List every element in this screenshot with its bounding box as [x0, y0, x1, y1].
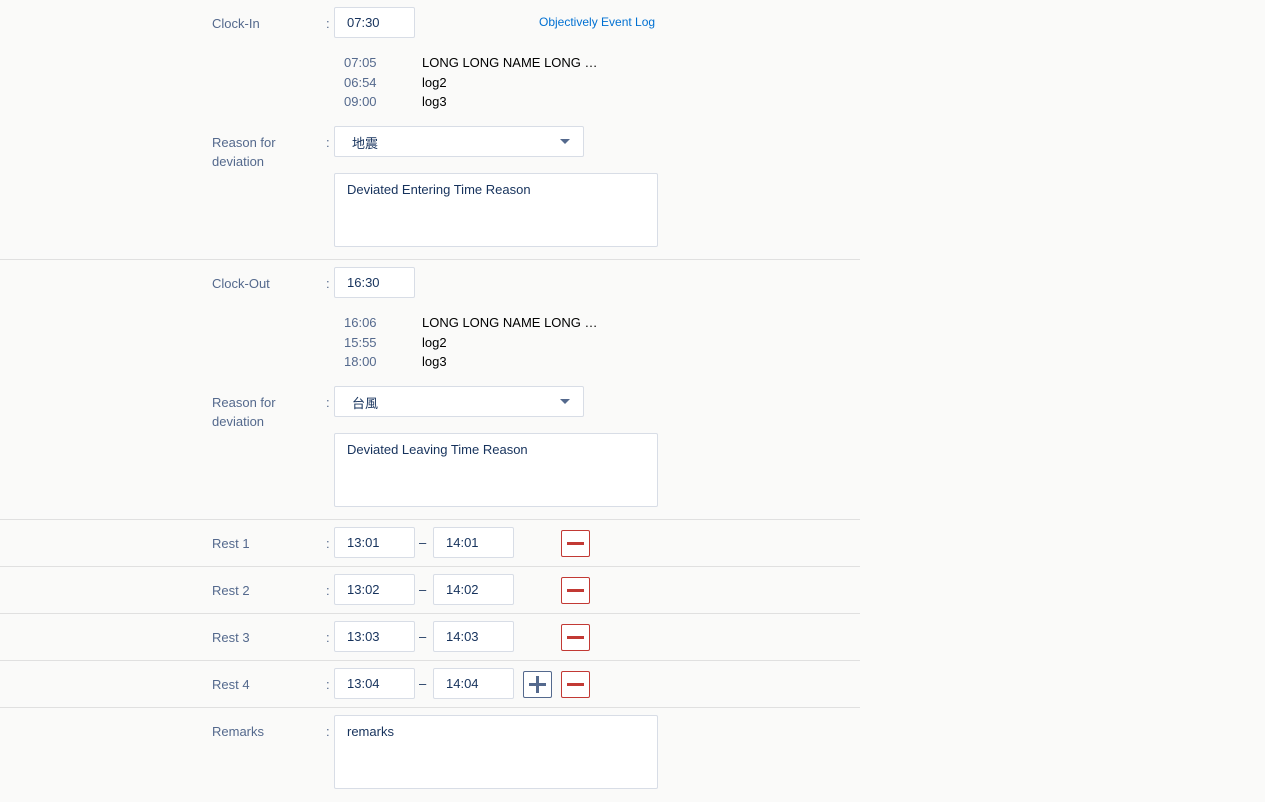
- colon: :: [326, 630, 330, 645]
- reason-label: deviation: [212, 154, 265, 169]
- rest-label: Rest 3: [212, 630, 250, 645]
- rest-start-input[interactable]: [334, 527, 415, 558]
- chevron-down-icon: [560, 139, 570, 144]
- log-name: log2: [422, 75, 447, 90]
- rest-end-input[interactable]: [433, 668, 514, 699]
- colon: :: [326, 724, 330, 739]
- colon: :: [326, 276, 330, 291]
- rest-row: Rest 1 : –: [0, 520, 860, 567]
- clock-out-reason-select[interactable]: 台風: [334, 386, 584, 417]
- log-time: 15:55: [344, 335, 377, 350]
- range-separator: –: [419, 676, 427, 691]
- remove-rest-button[interactable]: [561, 577, 590, 604]
- rest-end-input[interactable]: [433, 621, 514, 652]
- colon: :: [326, 583, 330, 598]
- rest-start-input[interactable]: [334, 574, 415, 605]
- remarks-section: Remarks : remarks: [0, 708, 860, 802]
- range-separator: –: [419, 582, 427, 597]
- clock-out-label: Clock-Out: [212, 276, 270, 291]
- select-value: 地震: [352, 136, 379, 151]
- remarks-label: Remarks: [212, 724, 265, 739]
- reason-label: deviation: [212, 414, 265, 429]
- remarks-textarea[interactable]: remarks: [334, 715, 658, 789]
- colon: :: [326, 16, 330, 31]
- log-time: 16:06: [344, 315, 377, 330]
- clock-out-time-input[interactable]: [334, 267, 415, 298]
- rest-row: Rest 4 : –: [0, 661, 860, 708]
- objectively-event-log-link[interactable]: Objectively Event Log: [539, 14, 655, 31]
- clock-in-section: Clock-In : Objectively Event Log 07:05 L…: [0, 0, 860, 260]
- log-name: LONG LONG NAME LONG LONG NAME: [422, 315, 600, 330]
- add-rest-button[interactable]: [523, 671, 552, 698]
- range-separator: –: [419, 535, 427, 550]
- rest-start-input[interactable]: [334, 668, 415, 699]
- clock-out-reason-textarea[interactable]: Deviated Leaving Time Reason: [334, 433, 658, 507]
- clock-in-time-input[interactable]: [334, 7, 415, 38]
- rest-row: Rest 2 : –: [0, 567, 860, 614]
- rest-end-input[interactable]: [433, 527, 514, 558]
- clock-in-label: Clock-In: [212, 16, 260, 31]
- minus-icon: [567, 589, 584, 592]
- rest-row: Rest 3 : –: [0, 614, 860, 661]
- rest-label: Rest 1: [212, 536, 250, 551]
- reason-label: Reason for: [212, 395, 276, 410]
- log-time: 18:00: [344, 354, 377, 369]
- rest-end-input[interactable]: [433, 574, 514, 605]
- log-time: 09:00: [344, 94, 377, 109]
- colon: :: [326, 677, 330, 692]
- select-value: 台風: [352, 396, 379, 411]
- minus-icon: [567, 683, 584, 686]
- attendance-edit-form: Clock-In : Objectively Event Log 07:05 L…: [0, 0, 1265, 802]
- colon: :: [326, 536, 330, 551]
- log-time: 06:54: [344, 75, 377, 90]
- chevron-down-icon: [560, 399, 570, 404]
- remove-rest-button[interactable]: [561, 671, 590, 698]
- remove-rest-button[interactable]: [561, 530, 590, 557]
- clock-in-reason-textarea[interactable]: Deviated Entering Time Reason: [334, 173, 658, 247]
- colon: :: [326, 395, 330, 410]
- clock-in-reason-select[interactable]: 地震: [334, 126, 584, 157]
- rest-label: Rest 2: [212, 583, 250, 598]
- colon: :: [326, 135, 330, 150]
- log-time: 07:05: [344, 55, 377, 70]
- log-name: LONG LONG NAME LONG LONG NAME: [422, 55, 600, 70]
- log-name: log2: [422, 335, 447, 350]
- minus-icon: [567, 636, 584, 639]
- clock-out-section: Clock-Out : 16:06 LONG LONG NAME LONG LO…: [0, 260, 860, 520]
- rest-start-input[interactable]: [334, 621, 415, 652]
- log-name: log3: [422, 354, 447, 369]
- minus-icon: [567, 542, 584, 545]
- log-name: log3: [422, 94, 447, 109]
- remove-rest-button[interactable]: [561, 624, 590, 651]
- range-separator: –: [419, 629, 427, 644]
- plus-icon: [536, 676, 539, 693]
- reason-label: Reason for: [212, 135, 276, 150]
- rest-label: Rest 4: [212, 677, 250, 692]
